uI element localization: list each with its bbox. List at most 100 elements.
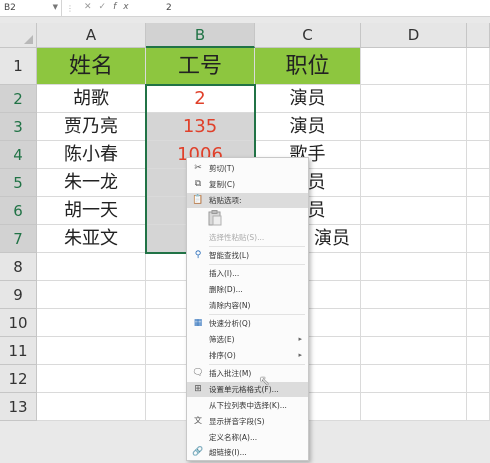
menu-item-hyperlink[interactable]: 🔗 超链接(I)...	[187, 445, 308, 460]
cell-e12[interactable]	[467, 365, 490, 393]
name-box[interactable]: B2 ▼	[0, 0, 62, 16]
menu-item-insert-comment[interactable]: 🗨 插入批注(M)	[187, 366, 308, 381]
row-header-3[interactable]: 3	[0, 113, 37, 141]
cell-e2[interactable]	[467, 85, 490, 113]
paste-clipboard-icon[interactable]	[208, 210, 222, 226]
menu-item-clear-contents-label: 清除内容(N)	[209, 301, 251, 310]
row-header-9[interactable]: 9	[0, 281, 37, 309]
column-header-d[interactable]: D	[361, 23, 467, 48]
menu-item-paste-options-label: 粘贴选项:	[209, 196, 242, 205]
cell-e9[interactable]	[467, 281, 490, 309]
cell-d13[interactable]	[361, 393, 467, 421]
enter-icon[interactable]: ✓	[99, 2, 114, 12]
cell-e3[interactable]	[467, 113, 490, 141]
chevron-down-icon[interactable]: ▼	[53, 3, 58, 11]
row-header-10[interactable]: 10	[0, 309, 37, 337]
menu-item-copy[interactable]: ⧉ 复制(C)	[187, 177, 308, 192]
cell-e11[interactable]	[467, 337, 490, 365]
cell-d3[interactable]	[361, 113, 467, 141]
cell-b3[interactable]: 135	[146, 113, 255, 141]
cell-d7[interactable]	[361, 225, 467, 253]
cell-c2[interactable]: 演员	[255, 85, 361, 113]
cell-d5[interactable]	[361, 169, 467, 197]
menu-item-show-phonetic[interactable]: 文 显示拼音字段(S)	[187, 414, 308, 429]
cell-d12[interactable]	[361, 365, 467, 393]
column-header-e[interactable]	[467, 23, 490, 48]
menu-item-filter-label: 筛选(E)	[209, 335, 235, 344]
formula-bar: B2 ▼ ⋮ ✕✓fx 2	[0, 0, 490, 17]
row-header-7[interactable]: 7	[0, 225, 37, 253]
row-header-12[interactable]: 12	[0, 365, 37, 393]
cell-a2[interactable]: 胡歌	[37, 85, 146, 113]
cell-e10[interactable]	[467, 309, 490, 337]
menu-item-insert[interactable]: 插入(I)...	[187, 266, 308, 281]
phonetic-icon: 文	[194, 416, 202, 425]
cell-a1[interactable]: 姓名	[37, 48, 146, 85]
cell-a7[interactable]: 朱亚文	[37, 225, 146, 253]
cell-a8[interactable]	[37, 253, 146, 281]
cell-d11[interactable]	[361, 337, 467, 365]
column-header-c[interactable]: C	[255, 23, 361, 48]
cell-a13[interactable]	[37, 393, 146, 421]
menu-item-filter[interactable]: 筛选(E) ▸	[187, 332, 308, 347]
cell-e5[interactable]	[467, 169, 490, 197]
cell-a5[interactable]: 朱一龙	[37, 169, 146, 197]
menu-item-pick-from-list[interactable]: 从下拉列表中选择(K)...	[187, 398, 308, 413]
cell-d1[interactable]	[361, 48, 467, 85]
menu-item-copy-label: 复制(C)	[209, 180, 236, 189]
cell-a12[interactable]	[37, 365, 146, 393]
column-header-b[interactable]: B	[146, 23, 255, 48]
cell-d10[interactable]	[361, 309, 467, 337]
cell-d9[interactable]	[361, 281, 467, 309]
cell-a9[interactable]	[37, 281, 146, 309]
cell-d2[interactable]	[361, 85, 467, 113]
formula-bar-grip-icon: ⋮	[66, 4, 74, 13]
cell-d8[interactable]	[361, 253, 467, 281]
menu-item-define-name-label: 定义名称(A)...	[209, 433, 258, 442]
insert-function-icon[interactable]: fx	[113, 2, 136, 12]
row-header-6[interactable]: 6	[0, 197, 37, 225]
cell-b2[interactable]: 2	[146, 85, 255, 113]
cell-e7[interactable]	[467, 225, 490, 253]
menu-item-delete[interactable]: 删除(D)...	[187, 282, 308, 297]
cell-a6[interactable]: 胡一天	[37, 197, 146, 225]
paste-icon: 📋	[192, 195, 204, 205]
menu-item-format-cells[interactable]: ⊞ 设置单元格格式(F)...	[187, 382, 308, 397]
format-cells-icon: ⊞	[194, 384, 202, 394]
menu-item-paste-special[interactable]: 选择性粘贴(S)...	[187, 230, 308, 245]
cell-c3[interactable]: 演员	[255, 113, 361, 141]
menu-item-clear-contents[interactable]: 清除内容(N)	[187, 298, 308, 313]
row-header-5[interactable]: 5	[0, 169, 37, 197]
chevron-right-icon: ▸	[298, 335, 302, 343]
menu-item-pick-from-list-label: 从下拉列表中选择(K)...	[209, 401, 287, 410]
cell-b1[interactable]: 工号	[146, 48, 255, 85]
row-header-1[interactable]: 1	[0, 48, 37, 85]
row-header-2[interactable]: 2	[0, 85, 37, 113]
cell-c1[interactable]: 职位	[255, 48, 361, 85]
cell-e13[interactable]	[467, 393, 490, 421]
row-header-11[interactable]: 11	[0, 337, 37, 365]
cell-e4[interactable]	[467, 141, 490, 169]
cell-e6[interactable]	[467, 197, 490, 225]
cell-a10[interactable]	[37, 309, 146, 337]
row-header-8[interactable]: 8	[0, 253, 37, 281]
cell-a11[interactable]	[37, 337, 146, 365]
column-header-a[interactable]: A	[37, 23, 146, 48]
menu-item-cut[interactable]: ✂ 剪切(T)	[187, 161, 308, 176]
cell-d4[interactable]	[361, 141, 467, 169]
cell-a4[interactable]: 陈小春	[37, 141, 146, 169]
select-all-corner[interactable]	[0, 23, 37, 48]
row-header-13[interactable]: 13	[0, 393, 37, 421]
menu-item-quick-analysis[interactable]: ▦ 快速分析(Q)	[187, 316, 308, 331]
cell-e8[interactable]	[467, 253, 490, 281]
menu-item-sort[interactable]: 排序(O) ▸	[187, 348, 308, 363]
menu-item-smart-lookup[interactable]: ⚲ 智能查找(L)	[187, 248, 308, 263]
row-header-4[interactable]: 4	[0, 141, 37, 169]
menu-item-define-name[interactable]: 定义名称(A)...	[187, 430, 308, 445]
cancel-icon[interactable]: ✕	[84, 2, 99, 12]
formula-input[interactable]: 2	[166, 3, 172, 13]
menu-divider	[209, 264, 305, 265]
cell-e1[interactable]	[467, 48, 490, 85]
cell-d6[interactable]	[361, 197, 467, 225]
cell-a3[interactable]: 贾乃亮	[37, 113, 146, 141]
